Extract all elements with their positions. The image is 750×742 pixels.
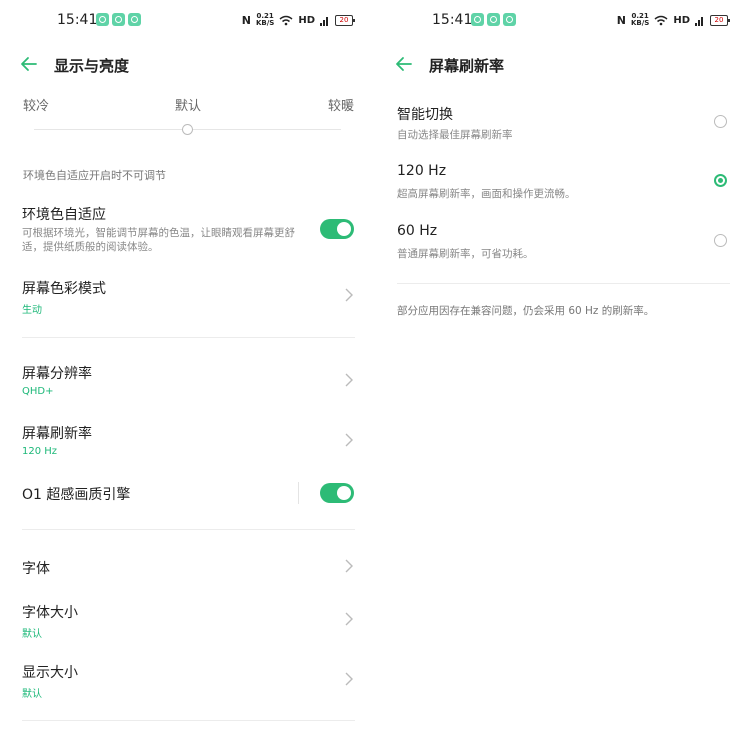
battery-icon: 20 [335, 14, 355, 26]
back-arrow-icon[interactable] [20, 55, 38, 73]
setting-font[interactable]: 字体 [0, 552, 375, 582]
color-temp-slider-thumb[interactable] [182, 124, 193, 135]
speed-unit: KB/S [255, 19, 275, 27]
status-time: 15:41 [57, 12, 98, 28]
temp-cool-label: 较冷 [23, 99, 50, 114]
setting-desc: 可根据环境光，智能调节屏幕的色温，让眼睛观看屏幕更舒适，提供纸质般的阅读体验。 [22, 227, 295, 253]
adaptive-color-toggle[interactable] [320, 219, 354, 239]
divider [22, 529, 355, 530]
adjust-note: 环境色自适应开启时不可调节 [23, 169, 166, 182]
setting-value: 120 Hz [22, 446, 58, 457]
app-header: 屏幕刷新率 [375, 45, 750, 85]
nfc-icon: N [241, 13, 251, 27]
status-bar: 15:41 N 0.21 KB/S HD 20 [375, 0, 750, 40]
option-desc: 自动选择最佳屏幕刷新率 [397, 129, 513, 141]
divider [298, 482, 299, 504]
setting-o1-engine[interactable]: O1 超感画质引擎 [0, 478, 375, 508]
page-title: 显示与亮度 [54, 57, 130, 75]
notification-icon [487, 13, 500, 26]
network-speed: 0.21 KB/S [631, 13, 649, 27]
chevron-right-icon [345, 672, 353, 686]
toggle-knob [337, 486, 351, 500]
option-title: 120 Hz [397, 163, 447, 179]
notification-icon [112, 13, 125, 26]
notification-icon [128, 13, 141, 26]
network-speed: 0.21 KB/S [256, 13, 274, 27]
setting-value: 默认 [22, 629, 42, 640]
divider [397, 283, 730, 284]
option-60hz[interactable]: 60 Hz 普通屏幕刷新率，可省功耗。 [375, 219, 750, 265]
radio-button[interactable] [714, 115, 727, 128]
setting-value: 生动 [22, 305, 42, 316]
status-icons: N 0.21 KB/S HD 20 [241, 12, 355, 28]
setting-adaptive-color[interactable]: 环境色自适应 可根据环境光，智能调节屏幕的色温，让眼睛观看屏幕更舒适，提供纸质般… [0, 200, 375, 260]
o1-engine-toggle[interactable] [320, 483, 354, 503]
network-type: HD [673, 14, 690, 26]
option-title: 智能切换 [397, 107, 453, 123]
option-smart-switch[interactable]: 智能切换 自动选择最佳屏幕刷新率 [375, 100, 750, 146]
status-icons: N 0.21 KB/S HD 20 [616, 12, 730, 28]
chevron-right-icon [345, 612, 353, 626]
notification-icon [503, 13, 516, 26]
chevron-right-icon [345, 433, 353, 447]
signal-icon [695, 16, 703, 26]
divider [22, 720, 355, 721]
battery-icon: 20 [710, 14, 730, 26]
chevron-right-icon [345, 373, 353, 387]
setting-title: 屏幕色彩模式 [22, 281, 106, 297]
setting-title: O1 超感画质引擎 [22, 487, 131, 503]
setting-refresh-rate[interactable]: 屏幕刷新率 120 Hz [0, 420, 375, 464]
refresh-rate-screen: 15:41 N 0.21 KB/S HD 20 屏幕刷新率 智能切换 自动选择最佳… [375, 0, 750, 742]
network-type: HD [298, 14, 315, 26]
toggle-knob [337, 222, 351, 236]
setting-title: 环境色自适应 [22, 207, 106, 223]
back-arrow-icon[interactable] [395, 55, 413, 73]
wifi-icon [654, 15, 668, 25]
option-title: 60 Hz [397, 223, 438, 239]
setting-title: 屏幕分辨率 [22, 366, 92, 382]
notification-icon [471, 13, 484, 26]
notification-icon [96, 13, 109, 26]
nfc-icon: N [616, 13, 626, 27]
setting-title: 屏幕刷新率 [22, 426, 92, 442]
option-desc: 普通屏幕刷新率，可省功耗。 [397, 248, 534, 260]
temp-warm-label: 较暖 [328, 99, 355, 114]
setting-value: 默认 [22, 689, 42, 700]
setting-color-mode[interactable]: 屏幕色彩模式 生动 [0, 275, 375, 319]
setting-title: 字体大小 [22, 605, 78, 621]
setting-title: 显示大小 [22, 665, 78, 681]
status-bar: 15:41 N 0.21 KB/S HD 20 [0, 0, 375, 40]
setting-title: 字体 [22, 561, 50, 577]
chevron-right-icon [345, 559, 353, 573]
wifi-icon [279, 15, 293, 25]
page-title: 屏幕刷新率 [429, 57, 505, 75]
option-desc: 超高屏幕刷新率，画面和操作更流畅。 [397, 188, 576, 200]
status-time: 15:41 [432, 12, 473, 28]
app-header: 显示与亮度 [0, 45, 375, 85]
setting-value: QHD+ [22, 386, 54, 397]
divider [22, 337, 355, 338]
radio-button[interactable] [714, 234, 727, 247]
setting-resolution[interactable]: 屏幕分辨率 QHD+ [0, 360, 375, 404]
display-brightness-screen: 15:41 N 0.21 KB/S HD 20 显示与亮度 较冷 默认 较暖 环境… [0, 0, 375, 742]
compat-note: 部分应用因存在兼容问题，仍会采用 60 Hz 的刷新率。 [397, 305, 655, 317]
chevron-right-icon [345, 288, 353, 302]
speed-unit: KB/S [630, 19, 650, 27]
option-120hz[interactable]: 120 Hz 超高屏幕刷新率，画面和操作更流畅。 [375, 159, 750, 205]
setting-font-size[interactable]: 字体大小 默认 [0, 599, 375, 643]
temp-default-label: 默认 [175, 99, 202, 114]
setting-display-size[interactable]: 显示大小 默认 [0, 659, 375, 703]
signal-icon [320, 16, 328, 26]
radio-button-selected[interactable] [714, 174, 727, 187]
